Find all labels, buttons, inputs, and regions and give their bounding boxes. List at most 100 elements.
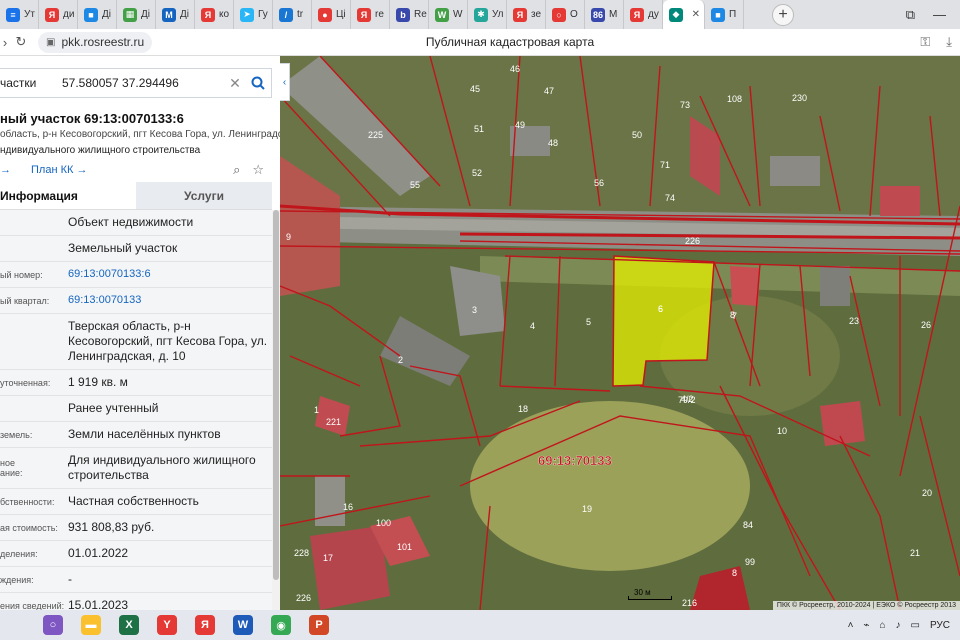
browser-tab[interactable]: ● Ці [312,0,351,29]
yandex-browser-taskbar-icon[interactable]: Y [152,612,182,638]
collapse-panel-button[interactable]: ‹ [280,63,290,101]
network-icon[interactable]: ⌂ [879,620,885,631]
explorer-taskbar-icon[interactable]: ▬ [76,612,106,638]
tab-favicon-icon: ■ [711,7,725,22]
tab-search-icon[interactable]: ⧉ [906,7,915,23]
minimize-icon[interactable]: — [933,7,946,23]
battery-icon[interactable]: ▭ [911,620,920,631]
browser-tab[interactable]: WW [429,0,468,29]
attribute-link[interactable]: 69:13:0070133 [64,288,272,313]
url-field[interactable]: ▣ pkk.rosreestr.ru [38,31,153,53]
tab-favicon-icon: Я [45,7,59,22]
parcel-label: 10 [777,426,787,436]
tab-favicon-icon: ● [318,7,332,22]
back-icon[interactable]: › [0,35,10,50]
chrome-icon: ◉ [271,615,291,635]
chrome-taskbar-icon[interactable]: ◉ [266,612,296,638]
clear-icon[interactable]: ✕ [225,75,245,92]
close-tab-icon[interactable]: ✕ [692,9,700,20]
word-taskbar-icon[interactable]: W [228,612,258,638]
tab-favicon-icon: b [396,7,410,22]
parcel-label: 230 [792,93,807,103]
tab-label: ко [219,9,230,20]
attribute-label [0,219,64,227]
map-canvas[interactable]: 55454647484951525622573108 23050717422654… [280,56,960,610]
browser-tab[interactable]: Яre [351,0,390,29]
browser-tab[interactable]: Яду [624,0,663,29]
extension-icon[interactable]: ⚿ [920,34,930,50]
cadastral-map[interactable]: 55 45 46 47 48 49 51 52 56 225 73 108 230 50 71 74 226 5 4… [280,56,960,610]
excel-taskbar-icon[interactable]: X [114,612,144,638]
parcel-label: 1 [314,405,319,415]
browser-tab[interactable]: / tr [273,0,312,29]
tab-information[interactable]: Информация [0,182,136,209]
download-icon[interactable]: ⤓ [946,34,952,50]
parcel-label: 45 [470,84,480,94]
browser-tab[interactable]: b Re [390,0,429,29]
tab-favicon-icon: Я [513,7,527,22]
browser-tab[interactable]: Яди [39,0,78,29]
star-icon[interactable]: ☆ [252,162,264,178]
plan-link-label: План КК [31,164,74,176]
scroll-thumb[interactable] [273,210,279,580]
zoom-to-object-icon[interactable]: ⌕ [233,162,240,178]
attribute-row: бственности: Частная собственность [0,489,272,515]
search-input[interactable] [62,70,225,96]
attribute-label: ый номер: [0,269,43,280]
window-controls: ⧉ — [906,7,960,23]
tab-label: ду [648,9,659,20]
browser-tab[interactable]: Язе [507,0,546,29]
tab-label: П [729,9,737,20]
panel-scrollbar[interactable] [272,210,280,610]
language-indicator[interactable]: РУС [930,620,950,631]
tab-favicon-icon: 86 [591,7,605,22]
browser-tab[interactable]: ➤ Гу [234,0,273,29]
tab-favicon-icon: ✱ [474,7,488,22]
explorer-icon: ▬ [81,615,101,635]
browser-tab[interactable]: ▦ Дi [117,0,156,29]
reload-icon[interactable]: ↻ [10,34,32,50]
browser-tab[interactable]: ≡ Ут [0,0,39,29]
search-icon[interactable] [245,70,271,96]
object-title: ный участок 69:13:0070133:6 [0,111,184,126]
tab-favicon-icon: W [435,7,449,22]
object-purpose: ндивидуального жилищного строительства [0,145,201,156]
parcel-label: 49 [515,120,525,130]
attribute-row: ый номер: 69:13:0070133:6 [0,262,272,288]
parcel-label: 74 [665,193,675,203]
browser-tab[interactable]: ■ П [705,0,744,29]
tab-services[interactable]: Услуги [136,182,272,209]
map-attribution: ПКК © Росреестр, 2010-2024 | ЕЭКО © Роср… [772,601,960,610]
tab-label: Ут [24,9,35,20]
arrow-right-icon[interactable]: → [0,164,11,176]
browser-tab[interactable]: ◆ ✕ [663,0,705,29]
attribute-link[interactable]: 69:13:0070133:6 [64,262,272,287]
object-address: область, р-н Кесовогорский, пгт Кесова Г… [0,129,280,140]
address-bar: › ↻ ▣ pkk.rosreestr.ru Публичная кадастр… [0,29,960,56]
tab-label: Ул [492,9,504,20]
attribute-row: уточненная: 1 919 кв. м [0,370,272,396]
browser-tab[interactable]: ○ О [546,0,585,29]
taskbar: ○ ▬ X Y Я W ◉ P ˄ ⌁ ⌂ ♪ ▭ РУС [0,610,960,640]
parcel-label: 79/2 [678,395,696,405]
alice-taskbar-icon[interactable]: ○ [38,612,68,638]
browser-tab[interactable]: ✱ Ул [468,0,507,29]
new-tab-button[interactable]: + [772,3,794,26]
search-type-select[interactable]: частки [0,76,62,90]
parcel-label: 55 [410,180,420,190]
yandex-taskbar-icon[interactable]: Я [190,612,220,638]
page-title: Публичная кадастровая карта [425,35,595,49]
browser-tab[interactable]: 86 М [585,0,624,29]
attribute-value: Частная собственность [68,494,199,508]
powerpoint-taskbar-icon[interactable]: P [304,612,334,638]
browser-tab[interactable]: М Дi [156,0,195,29]
parcel-label: 21 [910,548,920,558]
chevron-up-icon[interactable]: ˄ [848,620,854,631]
volume-icon[interactable]: ♪ [896,620,901,631]
mic-icon[interactable]: ⌁ [863,620,869,631]
plan-link[interactable]: План КК → [31,164,87,176]
browser-tab[interactable]: Яко [195,0,234,29]
site-info-icon[interactable]: ▣ [46,37,55,48]
attribute-value: 931 808,83 руб. [68,520,155,534]
browser-tab[interactable]: ■ Дi [78,0,117,29]
